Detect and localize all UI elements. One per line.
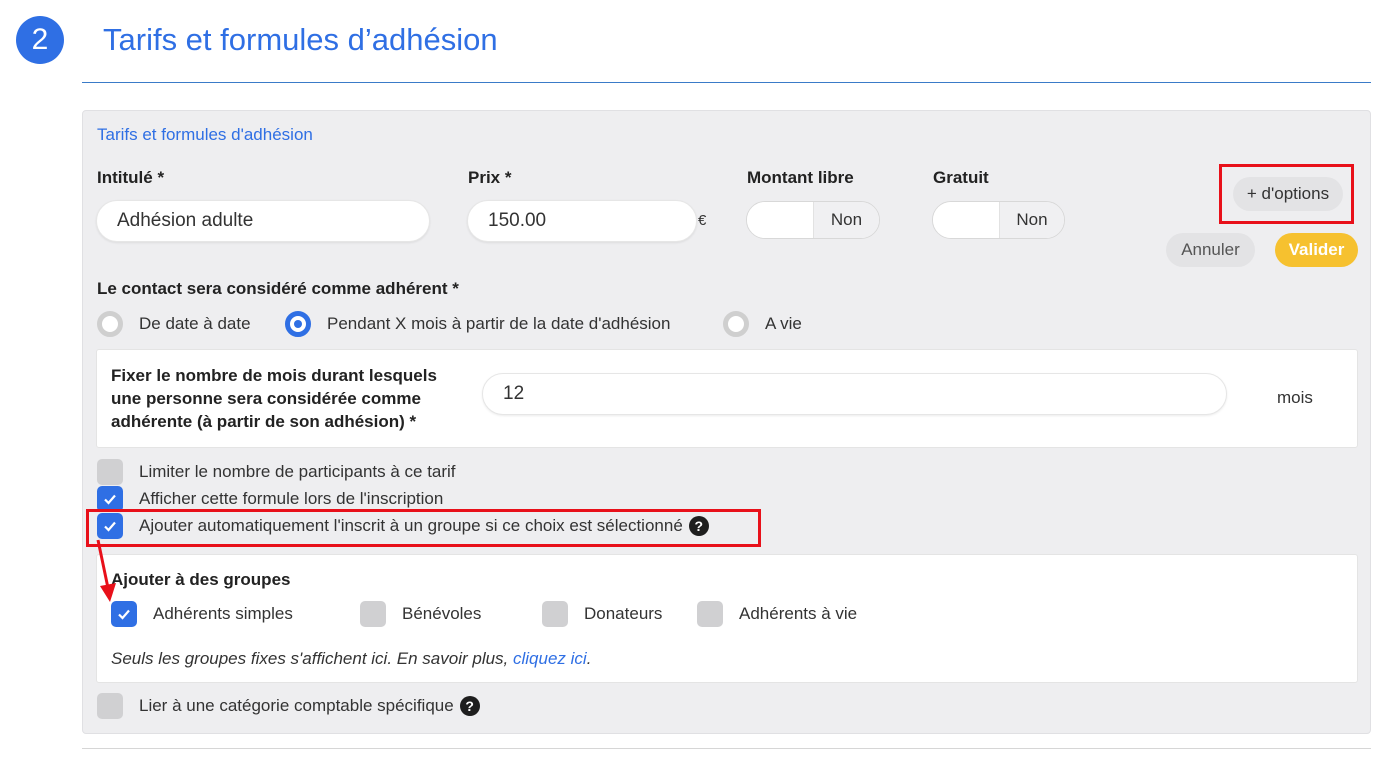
radio-option-lifetime[interactable]: A vie <box>723 311 802 337</box>
checkbox[interactable] <box>697 601 723 627</box>
group-benevoles[interactable]: Bénévoles <box>360 601 481 627</box>
auto-add-highlight-box <box>86 509 761 547</box>
checkbox-label: Bénévoles <box>402 604 482 623</box>
options-highlight-box <box>1219 164 1354 224</box>
checkbox[interactable] <box>360 601 386 627</box>
checkbox[interactable] <box>542 601 568 627</box>
prix-input[interactable] <box>467 200 697 242</box>
checkbox-label: Afficher cette formule lors de l'inscrip… <box>139 489 444 508</box>
toggle-state-text: Non <box>999 202 1064 238</box>
intitule-input[interactable] <box>96 200 430 242</box>
radio-label: Pendant X mois à partir de la date d'adh… <box>327 314 671 333</box>
gratuit-label: Gratuit <box>933 168 989 187</box>
checkbox-limit-participants[interactable]: Limiter le nombre de participants à ce t… <box>97 459 456 485</box>
toggle-knob <box>747 202 813 238</box>
group-adherents-a-vie[interactable]: Adhérents à vie <box>697 601 857 627</box>
radio-button[interactable] <box>723 311 749 337</box>
checkbox-label: Lier à une catégorie comptable spécifiqu… <box>139 696 454 715</box>
panel-heading: Tarifs et formules d'adhésion <box>97 125 313 144</box>
section-title: Tarifs et formules d’adhésion <box>103 22 498 57</box>
radio-button-selected[interactable] <box>285 311 311 337</box>
months-input[interactable] <box>482 373 1227 415</box>
annotation-arrow-icon <box>96 539 116 602</box>
toggle-state-text: Non <box>813 202 879 238</box>
bottom-divider <box>82 748 1371 749</box>
group-adherents-simples[interactable]: Adhérents simples <box>111 601 293 627</box>
help-icon[interactable]: ? <box>459 696 480 716</box>
radio-label: A vie <box>765 314 802 333</box>
radio-option-x-months[interactable]: Pendant X mois à partir de la date d'adh… <box>285 311 670 337</box>
learn-more-link[interactable]: cliquez ici <box>513 649 587 668</box>
prix-label: Prix * <box>468 168 512 187</box>
groups-box: Ajouter à des groupes Adhérents simples … <box>96 554 1358 683</box>
checkbox[interactable] <box>97 459 123 485</box>
radio-label: De date à date <box>139 314 251 333</box>
checkbox-label: Adhérents simples <box>153 604 293 623</box>
step-number-badge: 2 <box>16 16 64 64</box>
groups-note-text: Seuls les groupes fixes s'affichent ici.… <box>111 649 513 668</box>
checkbox-accounting-category[interactable]: Lier à une catégorie comptable spécifiqu… <box>97 693 480 719</box>
groups-label: Ajouter à des groupes <box>111 570 291 589</box>
validate-button[interactable]: Valider <box>1275 233 1358 267</box>
montant-libre-label: Montant libre <box>747 168 854 187</box>
montant-libre-toggle[interactable]: Non <box>746 201 880 239</box>
membership-type-label: Le contact sera considéré comme adhérent… <box>97 279 459 298</box>
group-donateurs[interactable]: Donateurs <box>542 601 662 627</box>
intitule-label: Intitulé * <box>97 168 165 187</box>
title-divider <box>82 82 1371 83</box>
toggle-knob <box>933 202 999 238</box>
currency-symbol: € <box>698 212 707 229</box>
gratuit-toggle[interactable]: Non <box>932 201 1065 239</box>
months-config-box: Fixer le nombre de mois durant lesquels … <box>96 349 1358 448</box>
checkbox-label: Adhérents à vie <box>739 604 858 623</box>
radio-button[interactable] <box>97 311 123 337</box>
checkbox[interactable] <box>97 693 123 719</box>
radio-option-date-range[interactable]: De date à date <box>97 311 251 337</box>
groups-note: Seuls les groupes fixes s'affichent ici.… <box>111 649 591 669</box>
months-unit: mois <box>1277 388 1313 407</box>
months-label: Fixer le nombre de mois durant lesquels … <box>111 366 437 431</box>
groups-note-end: . <box>586 649 592 668</box>
cancel-button[interactable]: Annuler <box>1166 233 1255 267</box>
tariff-form-panel: Tarifs et formules d'adhésion Intitulé *… <box>82 110 1371 734</box>
checkbox-label: Donateurs <box>584 604 663 623</box>
checkbox-label: Limiter le nombre de participants à ce t… <box>139 462 456 481</box>
